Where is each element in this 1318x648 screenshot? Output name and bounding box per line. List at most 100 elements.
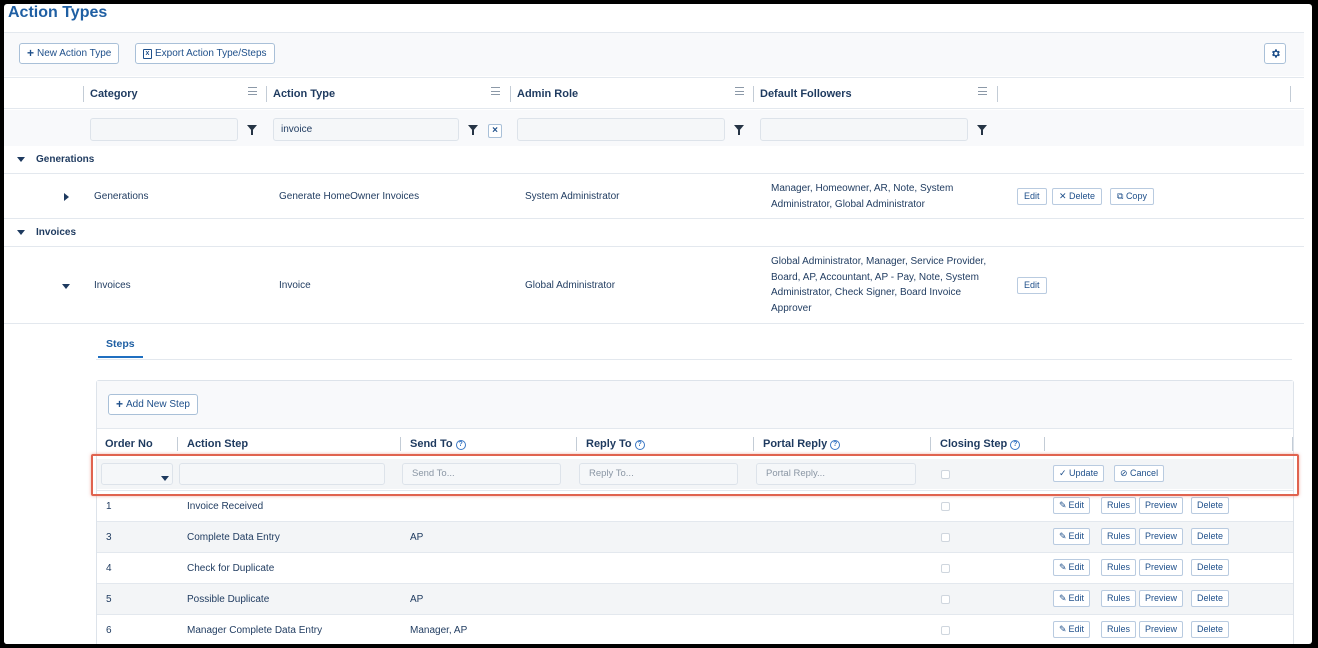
pencil-icon: ✎: [1059, 593, 1067, 603]
column-divider: [576, 437, 577, 451]
preview-button[interactable]: Preview: [1139, 621, 1184, 638]
delete-button[interactable]: Delete: [1191, 559, 1230, 576]
tab-divider: [96, 359, 1292, 360]
portal-reply-label: Portal Reply: [763, 438, 828, 450]
send-to-cell: AP: [410, 594, 424, 605]
main-toolbar: + New Action Type x Export Action Type/S…: [4, 32, 1304, 76]
column-header-order-no[interactable]: Order No: [105, 437, 153, 451]
order-cell: 3: [106, 532, 112, 543]
table-row[interactable]: 6 Manager Complete Data Entry Manager, A…: [97, 614, 1293, 644]
column-header-closing-step[interactable]: Closing Step?: [940, 437, 1021, 451]
default-followers-filter-input[interactable]: [760, 118, 968, 141]
group-label: Invoices: [36, 227, 77, 238]
edit-button[interactable]: Edit: [1017, 277, 1047, 294]
preview-button[interactable]: Preview: [1139, 559, 1184, 576]
closing-step-checkbox[interactable]: [941, 595, 950, 604]
help-icon[interactable]: ?: [455, 440, 466, 450]
pencil-icon: ✎: [1059, 531, 1067, 541]
collapse-icon[interactable]: [17, 230, 25, 235]
help-icon[interactable]: ?: [830, 440, 841, 450]
rules-button[interactable]: Rules: [1101, 559, 1137, 576]
preview-button[interactable]: Preview: [1139, 528, 1184, 545]
send-to-cell: Manager, AP: [410, 625, 468, 636]
closing-step-checkbox[interactable]: [941, 564, 950, 573]
column-divider: [177, 437, 178, 451]
column-header-action-step[interactable]: Action Step: [187, 437, 248, 451]
edit-label: Edit: [1068, 593, 1085, 603]
table-row[interactable]: 3 Complete Data Entry AP ✎ Edit Rules Pre…: [97, 521, 1293, 552]
order-cell: 1: [106, 501, 112, 512]
help-icon[interactable]: ?: [1010, 440, 1021, 450]
copy-icon: ⧉: [1117, 191, 1126, 201]
delete-button[interactable]: ✕ Delete: [1052, 188, 1103, 205]
category-filter-input[interactable]: [90, 118, 238, 141]
column-divider: [997, 86, 998, 102]
collapse-icon[interactable]: [62, 284, 70, 289]
delete-button[interactable]: Delete: [1191, 497, 1230, 514]
funnel-icon[interactable]: [247, 125, 257, 135]
column-header-send-to[interactable]: Send To?: [410, 437, 466, 451]
edit-button[interactable]: ✎ Edit: [1053, 528, 1091, 545]
send-to-cell: AP: [410, 532, 424, 543]
table-row[interactable]: 4 Check for Duplicate ✎ Edit Rules Previe…: [97, 552, 1293, 583]
closing-step-checkbox[interactable]: [941, 502, 950, 511]
delete-button[interactable]: Delete: [1191, 590, 1230, 607]
column-header-action-type[interactable]: Action Type: [266, 86, 335, 102]
settings-button[interactable]: [1264, 43, 1286, 64]
preview-button[interactable]: Preview: [1139, 497, 1184, 514]
edit-button[interactable]: Edit: [1017, 188, 1047, 205]
column-menu-icon[interactable]: [248, 87, 257, 95]
column-header-portal-reply[interactable]: Portal Reply?: [763, 437, 841, 451]
admin-role-cell: Global Administrator: [525, 280, 616, 291]
edit-button[interactable]: ✎ Edit: [1053, 559, 1091, 576]
tab-steps[interactable]: Steps: [98, 338, 143, 358]
table-row[interactable]: Invoices Invoice Global Administrator Gl…: [4, 248, 1304, 324]
action-step-cell: Check for Duplicate: [187, 563, 275, 574]
edit-label: Edit: [1068, 562, 1085, 572]
preview-button[interactable]: Preview: [1139, 590, 1184, 607]
action-type-filter-input[interactable]: invoice: [273, 118, 459, 141]
closing-step-checkbox[interactable]: [941, 626, 950, 635]
column-header-reply-to[interactable]: Reply To?: [586, 437, 645, 451]
copy-button[interactable]: ⧉ Copy: [1110, 188, 1154, 205]
closing-step-checkbox[interactable]: [941, 533, 950, 542]
delete-label: Delete: [1069, 191, 1096, 201]
help-icon[interactable]: ?: [634, 440, 645, 450]
export-button[interactable]: x Export Action Type/Steps: [135, 43, 275, 64]
order-cell: 4: [106, 563, 112, 574]
steps-grid: + Add New Step Order No Action Step Send…: [96, 380, 1294, 644]
new-action-type-button[interactable]: + New Action Type: [19, 43, 120, 64]
rules-button[interactable]: Rules: [1101, 590, 1137, 607]
column-header-default-followers[interactable]: Default Followers: [753, 86, 852, 102]
table-row[interactable]: Generations Generate HomeOwner Invoices …: [4, 175, 1304, 219]
rules-button[interactable]: Rules: [1101, 497, 1137, 514]
rules-button[interactable]: Rules: [1101, 621, 1137, 638]
edit-button[interactable]: ✎ Edit: [1053, 590, 1091, 607]
admin-role-filter-input[interactable]: [517, 118, 725, 141]
group-header-invoices[interactable]: Invoices: [4, 219, 1304, 247]
table-row[interactable]: 5 Possible Duplicate AP ✎ Edit Rules Prev…: [97, 583, 1293, 614]
column-divider: [753, 437, 754, 451]
column-menu-icon[interactable]: [491, 87, 500, 95]
edit-button[interactable]: ✎ Edit: [1053, 497, 1091, 514]
pencil-icon: ✎: [1059, 562, 1067, 572]
add-new-step-button[interactable]: + Add New Step: [108, 394, 198, 415]
column-menu-icon[interactable]: [735, 87, 744, 95]
expand-icon[interactable]: [64, 193, 69, 201]
rules-button[interactable]: Rules: [1101, 528, 1137, 545]
column-header-admin-role[interactable]: Admin Role: [510, 86, 578, 102]
delete-button[interactable]: Delete: [1191, 621, 1230, 638]
funnel-icon[interactable]: [977, 125, 987, 135]
clear-filter-button[interactable]: ×: [488, 124, 502, 138]
group-header-generations[interactable]: Generations: [4, 146, 1304, 174]
funnel-icon[interactable]: [468, 125, 478, 135]
column-menu-icon[interactable]: [978, 87, 987, 95]
edit-button[interactable]: ✎ Edit: [1053, 621, 1091, 638]
delete-button[interactable]: Delete: [1191, 528, 1230, 545]
funnel-icon[interactable]: [734, 125, 744, 135]
action-step-cell: Complete Data Entry: [187, 532, 280, 543]
column-header-category[interactable]: Category: [83, 86, 138, 102]
collapse-icon[interactable]: [17, 157, 25, 162]
column-divider: [1290, 86, 1291, 102]
page-title: Action Types: [8, 4, 108, 21]
